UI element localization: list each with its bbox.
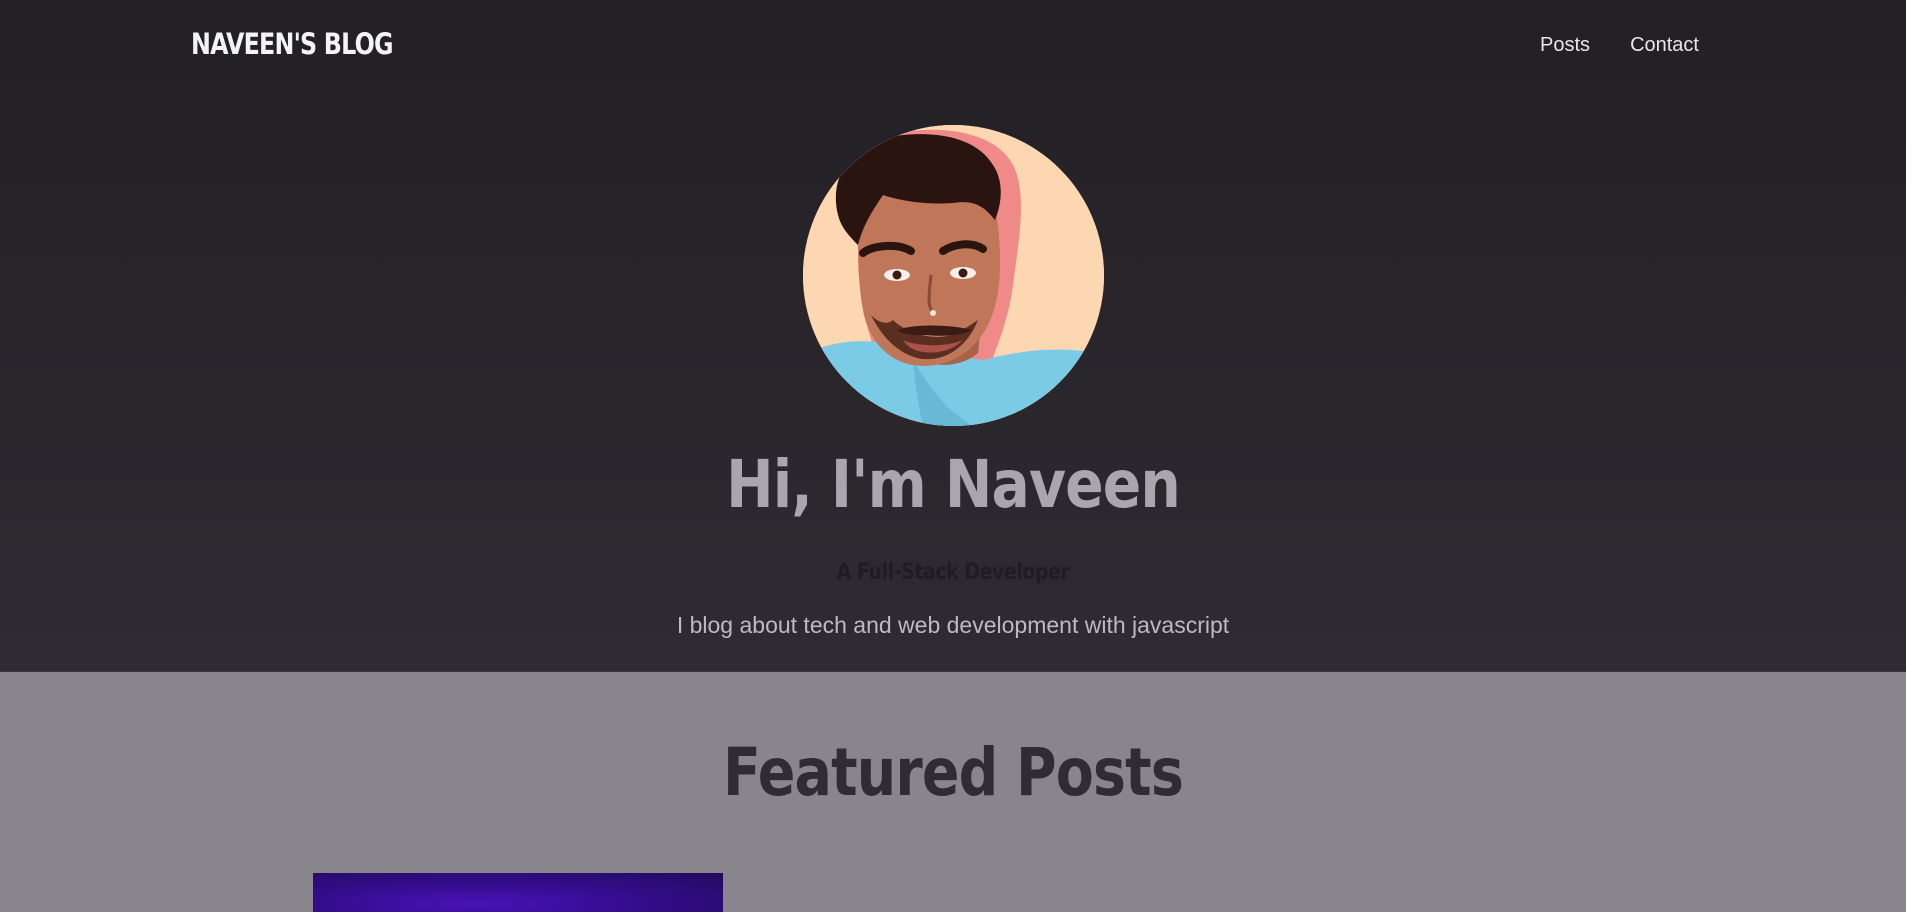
hero-section: NAVEEN'S BLOG Posts Contact Hi, I'm Nave… bbox=[0, 0, 1906, 672]
hero-description: I blog about tech and web development wi… bbox=[676, 612, 1230, 638]
hero-title: Hi, I'm Naveen bbox=[726, 446, 1181, 523]
avatar-illustration bbox=[803, 125, 1104, 426]
top-nav: NAVEEN'S BLOG Posts Contact bbox=[0, 0, 1906, 92]
nav-link-contact[interactable]: Contact bbox=[1630, 34, 1699, 57]
post-card-thumbnail[interactable] bbox=[313, 873, 723, 912]
nav-links: Posts Contact bbox=[1540, 34, 1699, 57]
hero-subtitle: A Full-Stack Developer bbox=[836, 560, 1070, 585]
nav-link-posts[interactable]: Posts bbox=[1540, 34, 1590, 57]
featured-posts-title: Featured Posts bbox=[722, 734, 1184, 811]
avatar bbox=[803, 125, 1104, 426]
site-logo[interactable]: NAVEEN'S BLOG bbox=[191, 27, 394, 61]
